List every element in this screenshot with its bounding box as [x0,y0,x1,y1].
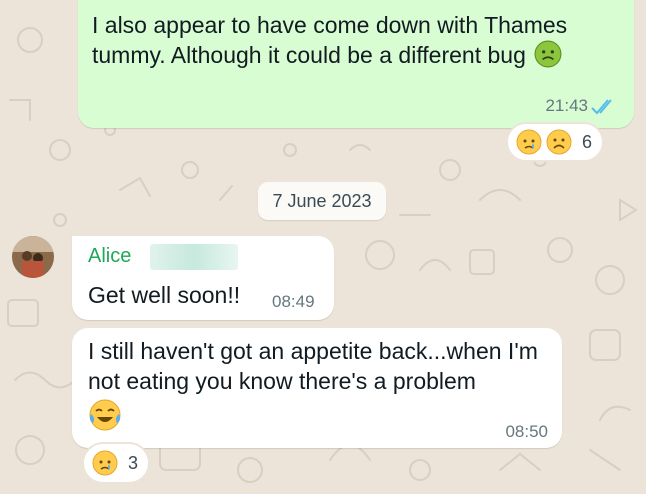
double-check-read-icon [591,99,612,115]
message-reactions[interactable]: 3 [82,442,151,484]
incoming-message-bubble[interactable]: I still haven't got an appetite back...w… [72,328,562,448]
message-text: I still haven't got an appetite back...w… [88,338,538,394]
frowning-face-icon [546,129,572,155]
message-reactions[interactable]: 6 [506,122,605,162]
reaction-count: 6 [582,131,593,152]
avatar-image [12,236,54,278]
incoming-message-bubble[interactable]: Alice Get well soon!! 08:49 [72,236,334,320]
sender-name[interactable]: Alice [88,245,131,268]
nauseated-face-icon [534,40,562,68]
tears-of-joy-icon [89,399,121,431]
avatar[interactable] [12,236,54,278]
crying-face-icon [516,129,542,155]
date-separator: 7 June 2023 [258,182,386,220]
message-timestamp: 08:50 [505,422,548,441]
message-text: I also appear to have come down with Tha… [92,10,612,70]
message-body: I also appear to have come down with Tha… [92,12,568,68]
reaction-count: 3 [128,452,139,473]
crying-face-icon [92,450,118,476]
message-timestamp: 21:43 [545,96,588,115]
redacted-sender-detail [150,244,238,270]
message-text: Get well soon!! [88,282,241,308]
outgoing-message-bubble[interactable]: I also appear to have come down with Tha… [78,0,634,128]
message-timestamp: 08:49 [272,292,315,311]
